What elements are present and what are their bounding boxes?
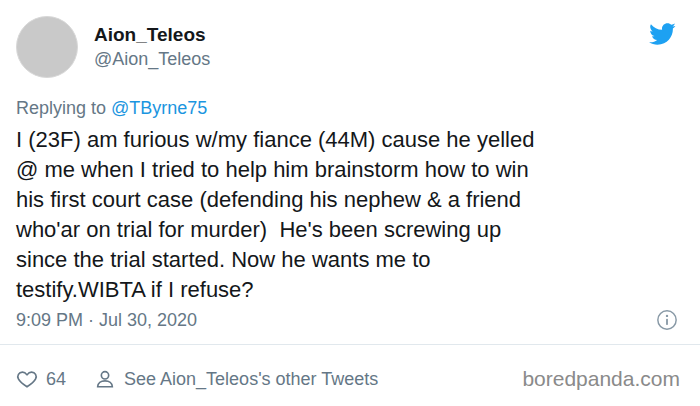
avatar-image[interactable] — [16, 16, 78, 78]
watermark: boredpanda.com — [522, 367, 680, 391]
tweet-text-line: since the trial started. Now he wants me… — [16, 245, 684, 275]
heart-icon[interactable] — [16, 368, 38, 390]
twitter-bird-icon — [646, 20, 678, 48]
reply-prefix: Replying to — [16, 96, 106, 120]
tweet-text-line: who'ar on trial for murder) He's been sc… — [16, 215, 684, 245]
like-count: 64 — [46, 367, 66, 391]
author-name[interactable]: Aion_Teleos — [94, 23, 210, 47]
tweet-text-line: I (23F) am furious w/my fiance (44M) cau… — [16, 125, 684, 155]
reply-context: Replying to@TByrne75 — [16, 96, 684, 120]
tweet-text: I (23F) am furious w/my fiance (44M) cau… — [16, 125, 684, 305]
tweet-header: Aion_Teleos@Aion_Teleos — [16, 16, 684, 78]
other-tweets-link[interactable]: See Aion_Teleos's other Tweets — [124, 367, 378, 391]
divider — [0, 344, 700, 345]
timestamp[interactable]: 9:09 PM · Jul 30, 2020 — [16, 308, 197, 332]
reply-target-link[interactable]: @TByrne75 — [111, 96, 207, 120]
timestamp-row: 9:09 PM · Jul 30, 2020 — [16, 308, 684, 332]
author-block: Aion_Teleos@Aion_Teleos — [94, 23, 210, 71]
person-icon — [94, 368, 116, 390]
tweet-footer: 64 See Aion_Teleos's other Tweets boredpan… — [16, 345, 684, 391]
tweet-card: Aion_Teleos@Aion_Teleos Replying to@TByrn… — [0, 0, 700, 391]
author-handle[interactable]: @Aion_Teleos — [94, 47, 210, 71]
tweet-text-line: @ me when I tried to help him brainstorm… — [16, 155, 684, 185]
info-icon[interactable] — [656, 309, 678, 331]
tweet-text-line: his first court case (defending his neph… — [16, 185, 684, 215]
tweet-text-line: testify.WIBTA if I refuse? — [16, 275, 684, 305]
